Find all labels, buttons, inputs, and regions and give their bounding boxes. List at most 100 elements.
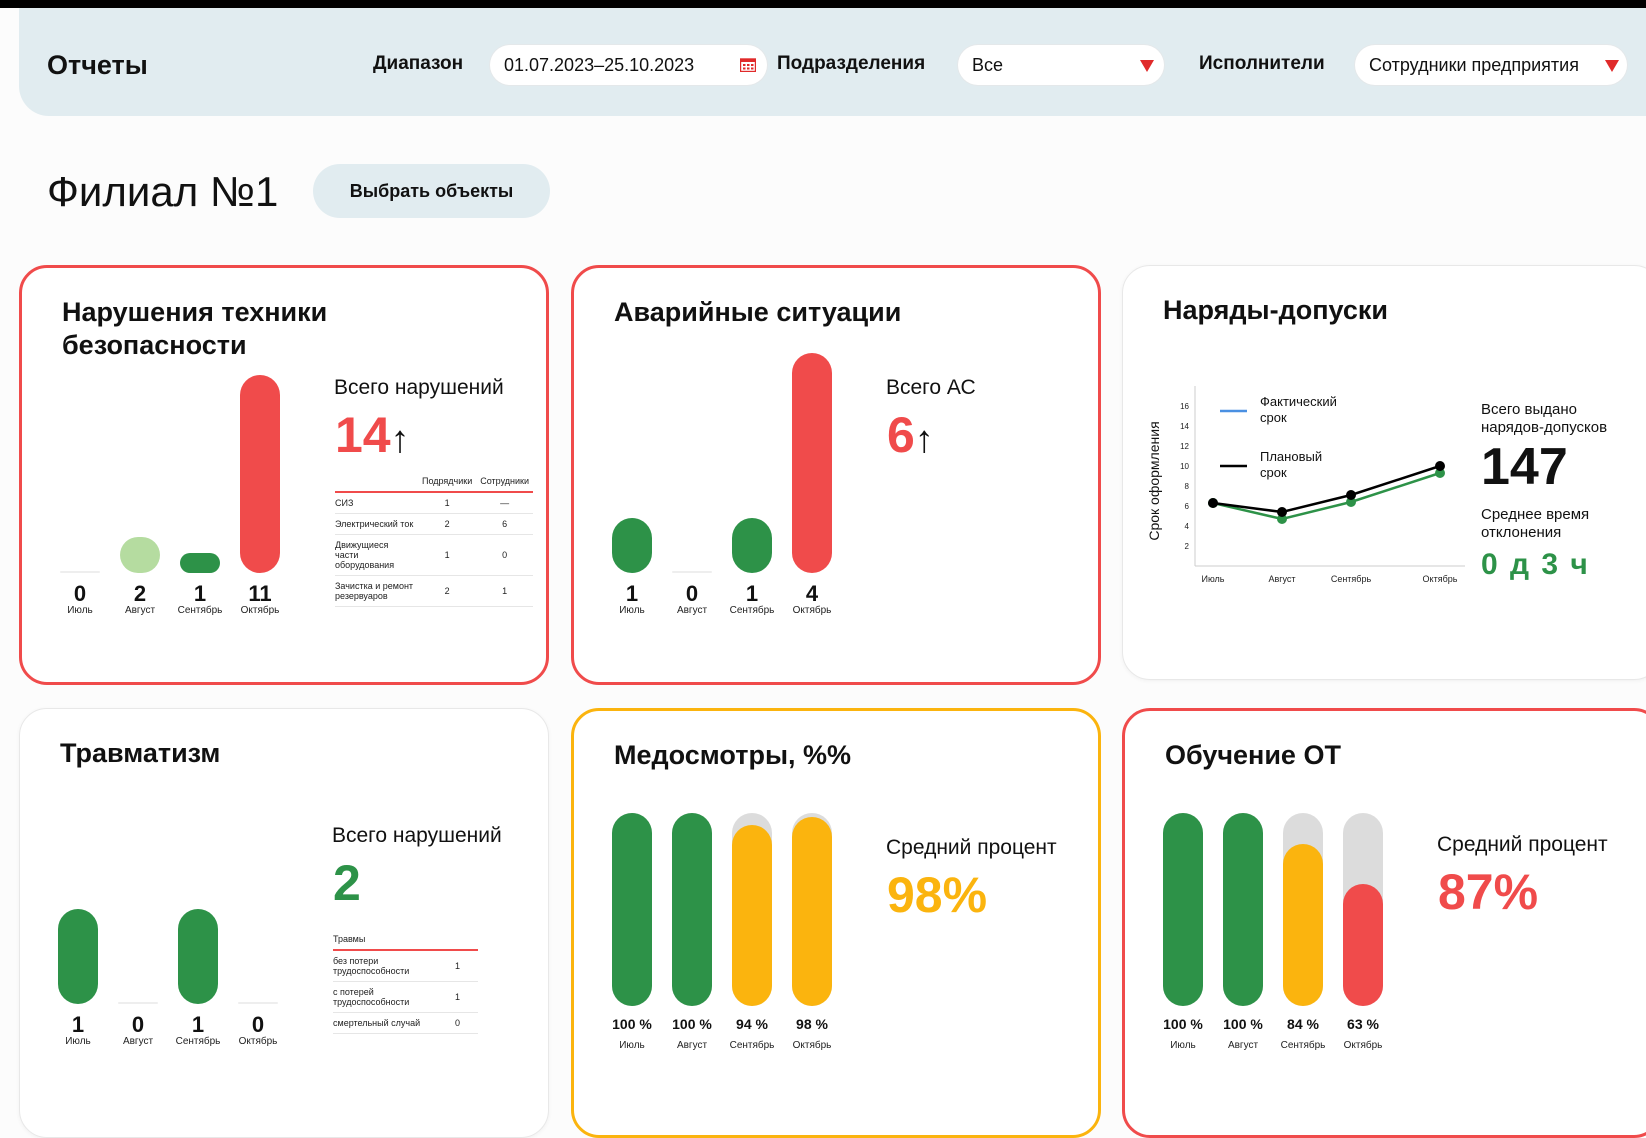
series-point <box>1346 490 1356 500</box>
bar-empty-baseline <box>238 1002 278 1004</box>
card-title: Обучение ОТ <box>1165 740 1341 770</box>
bar-empty-baseline <box>672 571 712 573</box>
bar-value: 4 <box>805 581 819 606</box>
bar-Июль <box>612 813 652 1006</box>
injuries-table: Травмы без потери трудоспособности 1 с по… <box>333 934 478 1034</box>
bar-value: 98 % <box>796 1016 828 1032</box>
bar-value: 0 <box>251 1012 265 1037</box>
deviation-label: Среднее время отклонения <box>1481 506 1590 541</box>
page-title: Отчеты <box>47 50 148 80</box>
bar-Июль <box>612 518 652 573</box>
total-emergencies: 6↑ <box>887 407 934 463</box>
x-tick-label: Июль <box>1202 574 1225 584</box>
series-point <box>1277 507 1287 517</box>
bar-Июль <box>58 909 98 1004</box>
average-percent: 87% <box>1438 864 1539 920</box>
table-header: Подрядчики <box>418 476 477 493</box>
arrow-up-icon: ↑ <box>914 419 934 461</box>
stat-label: Всего выдано нарядов-допусков <box>1481 401 1608 436</box>
bar-month-label: Октябрь <box>792 605 832 616</box>
bar-Октябрь <box>792 353 832 573</box>
y-tick-label: 6 <box>1185 502 1190 511</box>
y-tick-label: 10 <box>1180 462 1189 471</box>
table-header: Сотрудники <box>476 476 533 493</box>
y-tick-label: 14 <box>1180 422 1189 431</box>
executors-select[interactable]: Сотрудники предприятия <box>1355 45 1627 85</box>
legend-label: Плановый <box>1260 449 1322 464</box>
card-title: Нарушения техники безопасности <box>62 297 328 360</box>
bar-Сентябрь <box>178 909 218 1004</box>
legend-label: срок <box>1260 410 1287 425</box>
bar-value: 11 <box>248 581 272 606</box>
table-row: Электрический ток 2 6 <box>335 513 533 535</box>
select-objects-button[interactable]: Выбрать объекты <box>313 164 550 218</box>
table-row: без потери трудоспособности 1 <box>333 950 478 982</box>
bar-Август <box>1223 813 1263 1006</box>
bar-Август <box>672 813 712 1006</box>
bar-Сентябрь <box>1283 844 1323 1006</box>
calendar-icon <box>740 58 756 72</box>
x-tick-label: Октябрь <box>1423 574 1458 584</box>
y-tick-label: 2 <box>1185 542 1190 551</box>
executors-value: Сотрудники предприятия <box>1369 55 1579 75</box>
table-row: СИЗ 1— <box>335 492 533 514</box>
violations-table: Подрядчики Сотрудники СИЗ 1— Электрически… <box>335 476 533 607</box>
card-emergencies[interactable]: Аварийные ситуации Всего АС 6↑ 1 Июль 0 Авг… <box>571 265 1101 685</box>
card-medical-checks[interactable]: Медосмотры, %% Средний процент 98% 100 %… <box>571 708 1101 1138</box>
divisions-select[interactable]: Все <box>958 45 1164 85</box>
bar-value: 63 % <box>1347 1016 1379 1032</box>
legend-label: срок <box>1260 465 1287 480</box>
stat-label: Всего нарушений <box>332 824 502 847</box>
bar-month-label: Октябрь <box>792 1040 832 1051</box>
series-point <box>1208 498 1218 508</box>
total-violations: 14↑ <box>335 407 410 463</box>
card-title: Медосмотры, %% <box>614 740 852 770</box>
divisions-value: Все <box>972 55 1004 75</box>
x-tick-label: Сентябрь <box>1331 574 1372 584</box>
table-row: Зачистка и ремонт резервуаров 2 1 <box>335 575 533 607</box>
total-permits: 147 <box>1481 438 1568 496</box>
bar-month-label: Октябрь <box>240 605 280 616</box>
series-line-2 <box>1212 464 1441 514</box>
card-injuries[interactable]: Травматизм Всего нарушений 2 Травмы без … <box>19 708 549 1138</box>
bar-month-label: Октябрь <box>238 1036 278 1047</box>
card-title: Наряды-допуски <box>1163 295 1389 325</box>
executors-label: Исполнители <box>1199 53 1325 74</box>
table-row: с потерей трудоспособности 1 <box>333 981 478 1013</box>
bar-Август <box>120 537 160 573</box>
bar-Октябрь <box>240 375 280 573</box>
filter-header: Отчеты Диапазон 01.07.2023–25.10.2023 По… <box>19 8 1646 116</box>
date-range-picker[interactable]: 01.07.2023–25.10.2023 <box>490 45 767 85</box>
table-header: Травмы <box>333 934 437 951</box>
legend-label: Фактический <box>1260 394 1337 409</box>
window-top-edge <box>0 0 1646 8</box>
divisions-label: Подразделения <box>777 53 926 74</box>
card-title: Травматизм <box>60 738 221 768</box>
card-title: Аварийные ситуации <box>614 297 902 327</box>
bar-Сентябрь <box>732 518 772 573</box>
card-work-permits[interactable]: Наряды-допуски 2 4 6 8 10 12 14 16 Срок оформлен… <box>1122 265 1646 680</box>
average-percent: 98% <box>887 867 988 923</box>
series-line-1 <box>1212 471 1441 521</box>
bar-Июль <box>1163 813 1203 1006</box>
bar-Сентябрь <box>180 553 220 573</box>
stat-label: Всего нарушений <box>334 376 504 399</box>
y-tick-label: 8 <box>1185 482 1190 491</box>
card-safety-violations[interactable]: Нарушения техники безопасности Всего нар… <box>19 265 549 685</box>
y-axis-label: Срок оформления <box>1146 421 1162 540</box>
stat-label: Всего АС <box>886 376 976 399</box>
bar-Сентябрь <box>732 825 772 1006</box>
bar-Октябрь <box>792 817 832 1006</box>
branch-title: Филиал №1 <box>47 168 279 215</box>
series-point <box>1435 461 1445 471</box>
bar-empty-baseline <box>118 1002 158 1004</box>
deviation-value: 0 д 3 ч <box>1481 548 1590 581</box>
x-tick-label: Август <box>1268 574 1295 584</box>
y-tick-label: 16 <box>1180 402 1189 411</box>
stat-label: Средний процент <box>1437 833 1608 856</box>
table-row: Движущиеся части оборудования 1 0 <box>335 534 533 576</box>
card-safety-training[interactable]: Обучение ОТ Средний процент 87% 100 % Июл… <box>1122 708 1646 1138</box>
table-row: смертельный случай 0 <box>333 1012 478 1034</box>
range-label: Диапазон <box>373 53 464 74</box>
stat-label: Средний процент <box>886 836 1057 859</box>
